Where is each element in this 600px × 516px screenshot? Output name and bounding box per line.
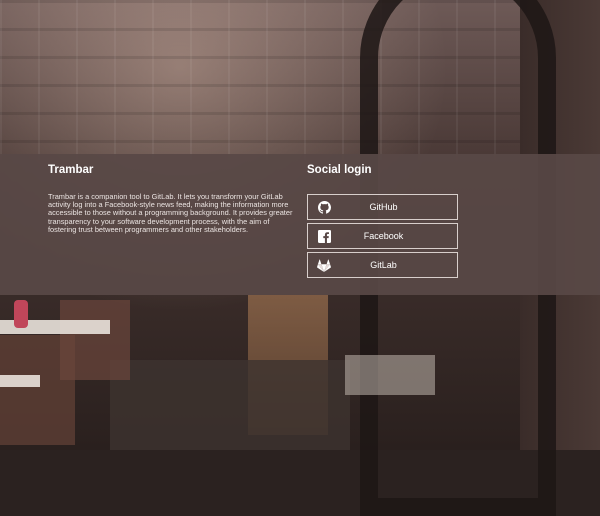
- tram-table: [0, 375, 40, 387]
- gitlab-login-label: GitLab: [370, 260, 397, 270]
- facebook-login-label: Facebook: [363, 231, 404, 241]
- gitlab-login-button[interactable]: GitLab: [307, 252, 458, 278]
- github-login-label: GitHub: [369, 202, 398, 212]
- tram-seat: [60, 300, 130, 380]
- start-panel: Trambar Trambar is a companion tool to G…: [0, 154, 600, 295]
- social-login-section: Social login GitHub Facebook GitLab: [307, 164, 458, 281]
- app-description: Trambar is a companion tool to GitLab. I…: [48, 192, 293, 234]
- github-login-button[interactable]: GitHub: [307, 194, 458, 220]
- facebook-login-button[interactable]: Facebook: [307, 223, 458, 249]
- social-login-title: Social login: [307, 164, 372, 176]
- app-title: Trambar: [48, 164, 94, 176]
- tram-floor: [110, 360, 350, 450]
- table-lamp: [14, 300, 28, 328]
- about-section: Trambar Trambar is a companion tool to G…: [48, 164, 293, 234]
- gitlab-icon: [317, 258, 331, 272]
- github-icon: [317, 200, 331, 214]
- crate: [345, 355, 435, 395]
- facebook-icon: [317, 229, 331, 243]
